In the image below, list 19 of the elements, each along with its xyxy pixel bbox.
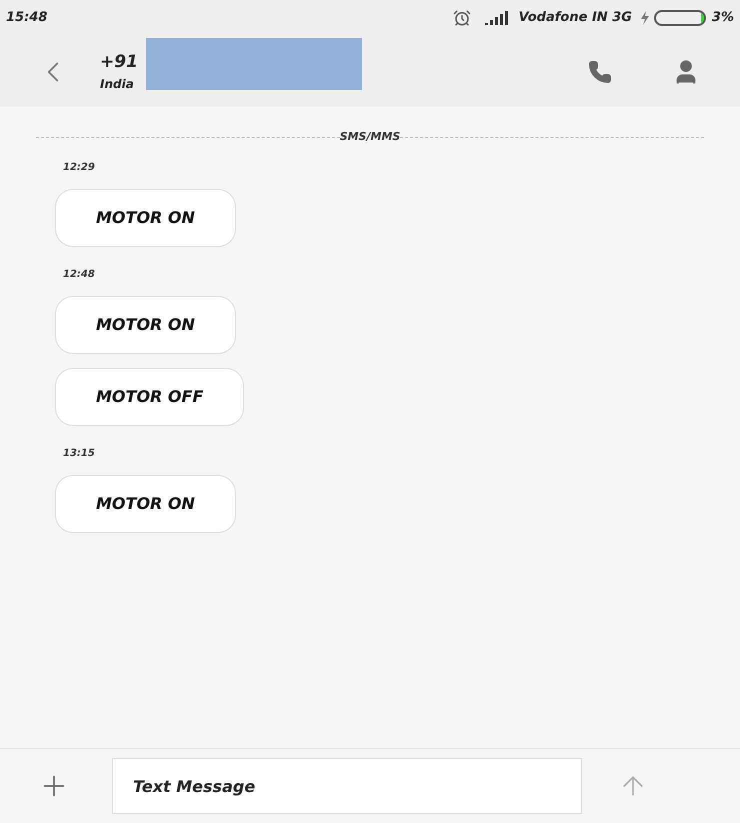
- message-bubble: MOTOR ON: [55, 296, 236, 354]
- message-bubble: MOTOR ON: [55, 474, 236, 532]
- contact-number: +91: [100, 50, 138, 74]
- message-bubble: MOTOR OFF: [55, 368, 244, 426]
- divider-label: SMS/MMS: [340, 129, 400, 145]
- message-field[interactable]: Text Message: [112, 758, 582, 814]
- message-time: 13:15: [63, 446, 96, 460]
- charging-icon: [640, 11, 650, 25]
- contact-region: India: [100, 76, 135, 94]
- status-time: 15:48: [6, 9, 48, 28]
- alarm-icon: [452, 9, 471, 27]
- battery-icon: [654, 10, 706, 26]
- message-time: 12:29: [63, 160, 96, 174]
- phone-icon[interactable]: [588, 60, 612, 84]
- message-time: 12:48: [63, 268, 96, 282]
- message-bubble: MOTOR ON: [55, 188, 236, 246]
- battery-percent: 3%: [712, 9, 734, 28]
- signal-icon: [482, 11, 511, 25]
- carrier-name: Vodafone IN 3G: [518, 9, 632, 28]
